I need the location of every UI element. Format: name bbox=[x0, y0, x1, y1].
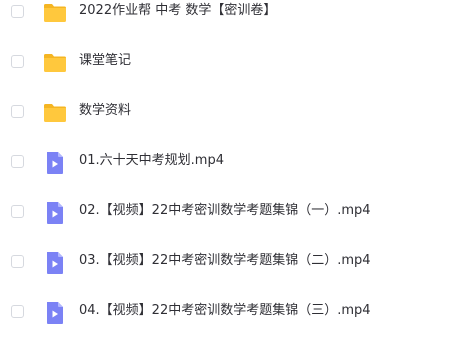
file-row[interactable]: 03.【视频】22中考密训数学考题集锦（二）.mp4 bbox=[0, 238, 469, 288]
file-name[interactable]: 03.【视频】22中考密训数学考题集锦（二）.mp4 bbox=[79, 251, 371, 271]
file-row[interactable]: 数学资料 bbox=[0, 88, 469, 138]
select-checkbox[interactable] bbox=[11, 255, 24, 268]
file-row[interactable]: 01.六十天中考规划.mp4 bbox=[0, 138, 469, 188]
file-row[interactable]: 04.【视频】22中考密训数学考题集锦（三）.mp4 bbox=[0, 288, 469, 338]
file-row[interactable]: 2022作业帮 中考 数学【密训卷】 bbox=[0, 0, 469, 38]
select-checkbox[interactable] bbox=[11, 205, 24, 218]
file-name[interactable]: 课堂笔记 bbox=[79, 51, 131, 71]
video-file-icon bbox=[42, 200, 68, 226]
file-name[interactable]: 02.【视频】22中考密训数学考题集锦（一）.mp4 bbox=[79, 201, 371, 221]
select-checkbox[interactable] bbox=[11, 5, 24, 18]
file-list: 2022作业帮 中考 数学【密训卷】 课堂笔记 数学资料 01.六十天中考规划.… bbox=[0, 0, 469, 338]
video-file-icon bbox=[42, 300, 68, 326]
folder-icon bbox=[42, 0, 68, 26]
folder-icon bbox=[42, 50, 68, 76]
file-name[interactable]: 2022作业帮 中考 数学【密训卷】 bbox=[79, 1, 276, 21]
file-name[interactable]: 数学资料 bbox=[79, 101, 131, 121]
select-checkbox[interactable] bbox=[11, 55, 24, 68]
video-file-icon bbox=[42, 250, 68, 276]
file-name[interactable]: 04.【视频】22中考密训数学考题集锦（三）.mp4 bbox=[79, 301, 371, 321]
folder-icon bbox=[42, 100, 68, 126]
select-checkbox[interactable] bbox=[11, 105, 24, 118]
file-row[interactable]: 02.【视频】22中考密训数学考题集锦（一）.mp4 bbox=[0, 188, 469, 238]
video-file-icon bbox=[42, 150, 68, 176]
select-checkbox[interactable] bbox=[11, 155, 24, 168]
file-row[interactable]: 课堂笔记 bbox=[0, 38, 469, 88]
file-name[interactable]: 01.六十天中考规划.mp4 bbox=[79, 151, 224, 171]
